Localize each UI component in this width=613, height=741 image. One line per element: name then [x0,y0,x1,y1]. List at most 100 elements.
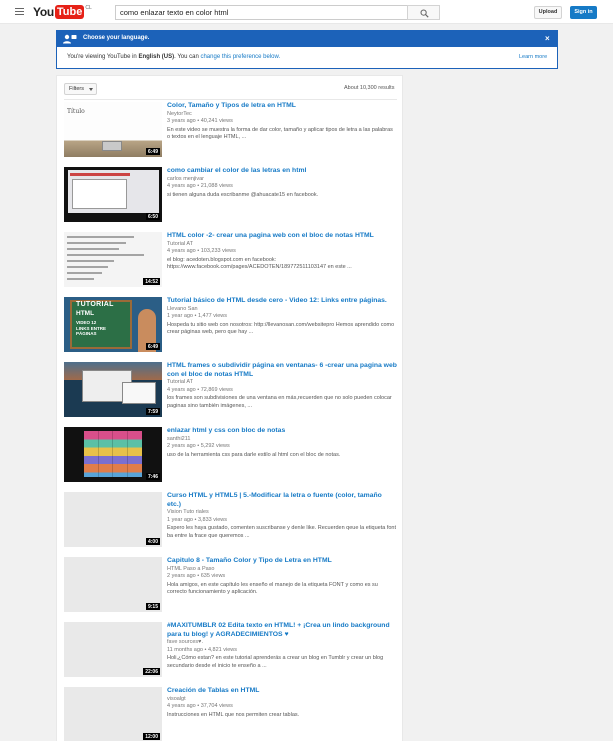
language-people-icon [63,34,77,44]
close-icon[interactable]: × [545,34,550,43]
video-meta: 4 years ago • 21,088 views [167,183,233,189]
video-title[interactable]: HTML frames o subdividir página en venta… [167,362,397,379]
video-description: los frames son subdivisiones de una vent… [167,395,392,409]
language-banner: Choose your language. × You're viewing Y… [56,30,558,69]
video-title[interactable]: Color, Tamaño y Tipos de letra en HTML [167,102,397,111]
results-count: About 10,300 results [344,85,395,91]
video-title[interactable]: #MAXITUMBLR 02 Edita texto en HTML! + ¡C… [167,622,397,639]
video-duration: 9:15 [145,603,160,610]
result-item: 7:59 HTML frames o subdividir página en … [64,362,397,422]
logo-region-code: CL [85,5,92,11]
video-title[interactable]: Capitulo 8 - Tamaño Color y Tipo de Letr… [167,557,397,566]
video-duration: 14:52 [143,278,160,285]
video-description: En este video se muestra la forma de dar… [167,126,393,141]
upload-button[interactable]: Upload [534,6,562,19]
video-info: como cambiar el color de las letras en h… [167,167,397,199]
video-info: Color, Tamaño y Tipos de letra en HTML N… [167,102,397,142]
video-title[interactable]: Tutorial básico de HTML desde cero - Vid… [167,297,397,306]
video-meta: 1 year ago • 1,477 views [167,313,228,319]
result-item: 7:46 enlazar html y css con bloc de nota… [64,427,397,487]
search-results: Filters About 10,300 results Título 6:49… [56,75,403,741]
video-description: Hola amigos, en este capítulo les enseño… [167,581,378,596]
video-info: Curso HTML y HTML5 | 5.-Modificar la let… [167,492,397,540]
divider [64,99,397,100]
thumbnail-text: HTML [76,310,95,317]
channel-name[interactable]: Tutorial AT [167,379,397,387]
video-title[interactable]: Curso HTML y HTML5 | 5.-Modificar la let… [167,492,397,509]
color-table-graphic [84,431,142,477]
video-title[interactable]: Creación de Tablas en HTML [167,687,397,696]
filters-label: Filters [69,86,84,92]
video-meta: 3 years ago • 40,241 views [167,118,233,124]
video-description: Hospeda tu sitio web con nosotros: http:… [167,321,395,336]
masthead: You Tube CL Upload Sign in [0,0,613,24]
thumbnail-text: TUTORIAL [76,301,114,308]
youtube-logo[interactable]: You Tube CL [33,4,92,20]
video-description: Instrucciones en HTML que nos permiten c… [167,711,300,718]
language-text-prefix: You're viewing YouTube in [67,54,139,60]
video-thumbnail[interactable]: 9:15 [64,557,162,612]
result-item: 22:06 #MAXITUMBLR 02 Edita texto en HTML… [64,622,397,682]
search-input[interactable] [115,5,408,20]
video-thumbnail[interactable]: 6:50 [64,167,162,222]
video-description: si tienen alguna duda escribanme @ahuaca… [167,191,319,198]
video-meta: 4 years ago • 72,869 views [167,386,233,393]
channel-name[interactable]: visoalgt [167,696,397,704]
video-info: Creación de Tablas en HTML visoalgt 4 ye… [167,687,397,719]
sign-in-button[interactable]: Sign in [570,6,597,19]
channel-name[interactable]: Vision Tuto riales [167,509,397,517]
channel-name[interactable]: Llevano San [167,306,397,314]
video-thumbnail[interactable]: 22:06 [64,622,162,677]
video-title[interactable]: como cambiar el color de las letras en h… [167,167,397,176]
video-duration: 7:59 [145,408,160,415]
language-banner-header: Choose your language. × [57,31,557,47]
logo-you-text: You [33,5,54,19]
search-icon [420,9,429,18]
result-item: 9:15 Capitulo 8 - Tamaño Color y Tipo de… [64,557,397,617]
video-description: el blog: acedoten.blogspot.com en facebo… [167,256,352,271]
channel-name[interactable]: NeytorTec [167,111,397,119]
video-thumbnail[interactable]: 7:59 [64,362,162,417]
video-meta: 4 years ago • 103,233 views [167,248,236,254]
video-duration: 7:46 [145,473,160,480]
result-item: Título 6:49 Color, Tamaño y Tipos de let… [64,102,397,162]
video-info: HTML color -2- crear una pagina web con … [167,232,397,272]
channel-name[interactable]: HTML Paso a Paso [167,566,397,574]
video-title[interactable]: HTML color -2- crear una pagina web con … [167,232,397,241]
search-button[interactable] [407,5,440,20]
video-duration: 6:49 [145,148,160,155]
language-banner-text: You're viewing YouTube in English (US). … [67,54,280,60]
video-thumbnail[interactable]: 12:00 [64,687,162,741]
video-meta: 2 years ago • 635 views [167,573,226,579]
video-thumbnail[interactable]: 7:46 [64,427,162,482]
learn-more-link[interactable]: Learn more [519,54,547,60]
guide-menu-icon[interactable] [15,8,24,15]
change-preference-link[interactable]: change this preference below. [200,54,280,60]
video-info: #MAXITUMBLR 02 Edita texto en HTML! + ¡C… [167,622,397,670]
video-thumbnail[interactable]: Título 6:49 [64,102,162,157]
video-description: uso de la herramienta css para darle est… [167,451,341,458]
video-duration: 6:49 [145,343,160,350]
video-meta: 2 years ago • 5,292 views [167,443,230,449]
video-info: Capitulo 8 - Tamaño Color y Tipo de Letr… [167,557,397,597]
video-description: Holi,¿Cómo estan? en este tutorial apren… [167,655,384,669]
channel-name[interactable]: santhi211 [167,436,397,444]
channel-name[interactable]: Tutorial AT [167,241,397,249]
result-item: 4:00 Curso HTML y HTML5 | 5.-Modificar l… [64,492,397,552]
channel-name[interactable]: fave sources♥. [167,639,397,647]
filters-button[interactable]: Filters [64,83,97,95]
result-item: TUTORIAL HTML VIDEO 12 LINKS ENTRE PÁGIN… [64,297,397,357]
video-title[interactable]: enlazar html y css con bloc de notas [167,427,397,436]
current-language: English (US) [138,54,175,60]
language-text-middle: . You can [174,54,201,60]
video-thumbnail[interactable]: 14:52 [64,232,162,287]
video-thumbnail[interactable]: TUTORIAL HTML VIDEO 12 LINKS ENTRE PÁGIN… [64,297,162,352]
monitor-graphic [102,141,122,151]
logo-tube-text: Tube [54,5,85,19]
toolbar-graphic [70,173,130,176]
video-meta: 4 years ago • 37,704 views [167,703,233,709]
thumbnail-text: Título [67,108,85,115]
channel-name[interactable]: carlos menjivar [167,176,397,184]
video-thumbnail[interactable]: 4:00 [64,492,162,547]
video-description: Espero les haya gustado, comenten suscri… [167,525,397,539]
